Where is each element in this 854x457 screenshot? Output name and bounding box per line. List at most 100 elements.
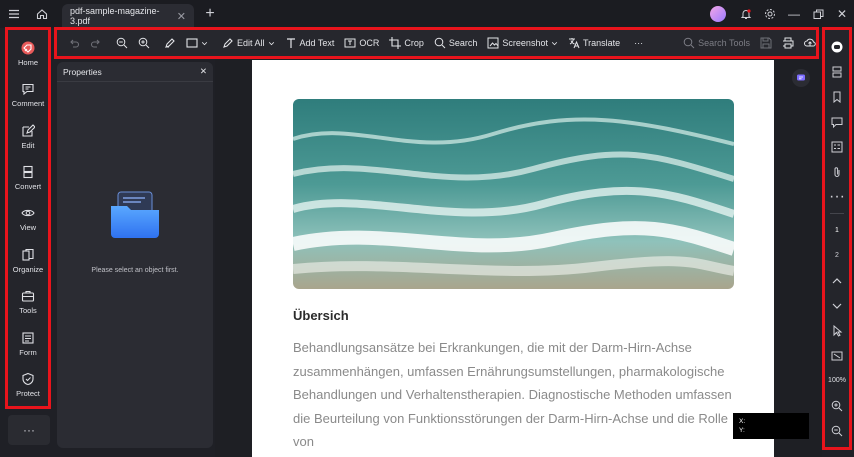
zoom-level[interactable]: 100% [825, 368, 849, 393]
right-sidebar: ··· 1 2 100% [822, 27, 852, 450]
close-tab-icon[interactable]: ✕ [177, 10, 186, 23]
comment-icon [22, 84, 34, 96]
pencil-icon [223, 38, 233, 48]
translate-label: Translate [582, 38, 621, 48]
form-fields-icon[interactable] [825, 134, 849, 159]
ai-assistant-button[interactable] [792, 69, 810, 87]
properties-panel: Properties ✕ Please select an object fir… [57, 62, 213, 448]
sidebar-item-comment[interactable]: Comment [6, 74, 50, 115]
y-coordinate-label: Y: [739, 427, 745, 434]
undo-button[interactable] [63, 32, 85, 54]
zoom-in-icon[interactable] [825, 393, 849, 418]
zoom-out-icon[interactable] [825, 418, 849, 443]
cursor-coordinates: X: Y: [733, 413, 809, 439]
chevron-down-icon[interactable] [825, 293, 849, 318]
section-heading: Übersich [293, 308, 349, 323]
left-sidebar: Home Comment Edit Convert View Organize … [5, 27, 51, 409]
minimize-icon[interactable]: — [782, 0, 806, 28]
add-text-button[interactable]: Add Text [280, 32, 340, 54]
screenshot-icon [487, 37, 499, 49]
title-bar: pdf-sample-magazine-3.pdf ✕ + — ✕ [0, 0, 854, 28]
chevron-up-icon[interactable] [825, 268, 849, 293]
add-text-label: Add Text [299, 38, 335, 48]
restore-icon[interactable] [806, 0, 830, 28]
paperclip-glyph [834, 166, 840, 177]
crop-icon [389, 37, 402, 49]
close-window-icon[interactable]: ✕ [830, 0, 854, 28]
document-view[interactable]: Übersich Behandlungsansätze bei Erkranku… [215, 59, 822, 457]
cloud-upload-icon [804, 38, 816, 47]
sidebar-item-form[interactable]: Form [6, 323, 50, 364]
home-icon[interactable] [28, 0, 56, 28]
highlight-button[interactable] [159, 32, 181, 54]
pdf-page: Übersich Behandlungsansätze bei Erkranku… [252, 60, 774, 457]
cursor-glyph [833, 324, 843, 337]
crop-button[interactable]: Crop [384, 32, 429, 54]
search-tools-input[interactable]: Search Tools [678, 32, 755, 54]
ai-icon[interactable] [825, 34, 849, 59]
more-panels-icon[interactable]: ··· [825, 184, 849, 209]
sidebar-item-tools[interactable]: Tools [6, 282, 50, 323]
more-tools-button[interactable]: ··· [629, 32, 648, 54]
upload-cloud-button[interactable] [799, 32, 821, 54]
zoom-in-icon [138, 37, 150, 49]
sidebar-item-protect[interactable]: Protect [6, 365, 50, 406]
more-options-icon[interactable]: ··· [8, 415, 50, 445]
page-number-2[interactable]: 2 [825, 243, 849, 268]
document-tab[interactable]: pdf-sample-magazine-3.pdf ✕ [62, 4, 194, 28]
zoom-out-button[interactable] [111, 32, 133, 54]
crop-label: Crop [404, 38, 424, 48]
search-tools-placeholder: Search Tools [698, 38, 751, 48]
sidebar-item-label: Edit [21, 140, 35, 150]
print-button[interactable] [777, 32, 799, 54]
shape-dropdown[interactable] [181, 32, 213, 54]
save-button[interactable] [755, 32, 777, 54]
sidebar-item-edit[interactable]: Edit [6, 116, 50, 157]
sidebar-item-label: Organize [12, 264, 44, 274]
form-icon [22, 332, 34, 344]
translate-icon [568, 38, 580, 49]
ocr-button[interactable]: OCR [339, 32, 384, 54]
section-paragraph: Behandlungsansätze bei Erkrankungen, die… [293, 340, 732, 449]
zoom-out-icon [116, 37, 128, 49]
search-icon [683, 37, 695, 49]
comments-glyph [831, 117, 843, 128]
ocr-icon [344, 38, 356, 48]
properties-title: Properties [63, 66, 102, 77]
comments-panel-icon[interactable] [825, 109, 849, 134]
convert-icon [23, 165, 33, 179]
home-rocket-icon [21, 41, 35, 55]
sidebar-item-view[interactable]: View [6, 199, 50, 240]
chevron-down-icon [268, 41, 274, 45]
protect-icon [22, 373, 34, 386]
screenshot-dropdown[interactable]: Screenshot [482, 32, 563, 54]
tab-title: pdf-sample-magazine-3.pdf [70, 6, 160, 26]
page-number-1[interactable]: 1 [825, 218, 849, 243]
rectangle-icon [186, 38, 198, 48]
thumbnails-glyph [832, 66, 842, 77]
gear-icon[interactable] [758, 0, 782, 28]
search-button[interactable]: Search [429, 32, 483, 54]
redo-button[interactable] [85, 32, 107, 54]
thumbnails-icon[interactable] [825, 59, 849, 84]
hamburger-menu-icon[interactable] [0, 0, 28, 28]
zoom-in-button[interactable] [133, 32, 155, 54]
bell-icon[interactable] [734, 0, 758, 28]
x-coordinate-label: X: [739, 418, 746, 425]
sidebar-item-organize[interactable]: Organize [6, 240, 50, 281]
tools-icon [21, 291, 35, 302]
new-tab-icon[interactable]: + [198, 2, 222, 26]
organize-icon [22, 248, 34, 261]
chevron-up-glyph [832, 277, 842, 283]
select-cursor-icon[interactable] [825, 318, 849, 343]
attachment-icon[interactable] [825, 159, 849, 184]
edit-all-button[interactable]: Edit All [217, 32, 280, 54]
undo-icon [70, 39, 80, 48]
translate-button[interactable]: Translate [563, 32, 625, 54]
sidebar-item-home[interactable]: Home [6, 33, 50, 74]
sidebar-item-convert[interactable]: Convert [6, 157, 50, 198]
avatar[interactable] [710, 6, 726, 22]
bookmark-icon[interactable] [825, 84, 849, 109]
fit-page-icon[interactable] [825, 343, 849, 368]
close-icon[interactable]: ✕ [200, 66, 207, 77]
